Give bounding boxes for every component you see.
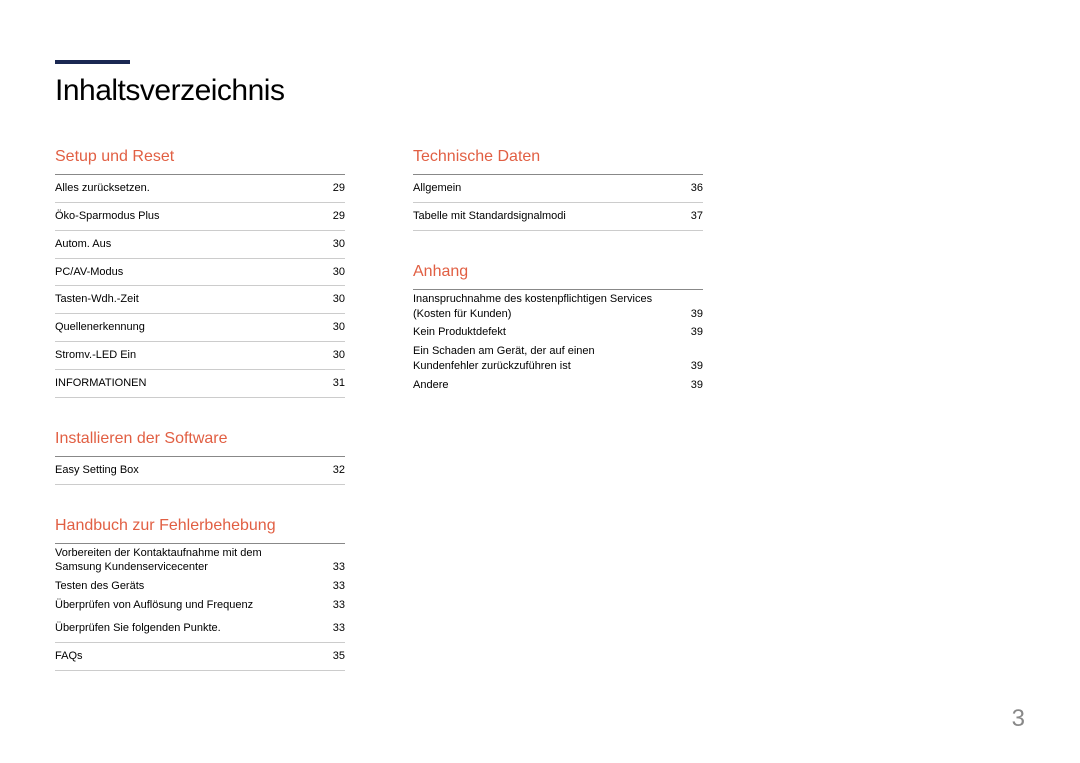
toc-entry-page: 30 <box>325 292 345 307</box>
toc-entry-page: 39 <box>683 378 703 393</box>
page-container: Inhaltsverzeichnis Setup und ResetAlles … <box>0 0 1080 763</box>
toc-section: AnhangInanspruchnahme des kostenpflichti… <box>413 263 703 395</box>
toc-entry[interactable]: Überprüfen Sie folgenden Punkte.33 <box>55 615 345 643</box>
section-heading[interactable]: Anhang <box>413 263 703 290</box>
toc-entry-label: Vorbereiten der Kontaktaufnahme mit dem … <box>55 546 325 576</box>
section-heading[interactable]: Installieren der Software <box>55 430 345 457</box>
toc-entry-label: Kein Produktdefekt <box>413 325 683 340</box>
toc-entry-page: 29 <box>325 209 345 224</box>
toc-entry[interactable]: Vorbereiten der Kontaktaufnahme mit dem … <box>55 544 345 578</box>
toc-columns: Setup und ResetAlles zurücksetzen.29Öko-… <box>55 148 1025 703</box>
toc-entry-label: Autom. Aus <box>55 237 325 252</box>
toc-entry-page: 39 <box>683 359 703 374</box>
toc-entry-label: INFORMATIONEN <box>55 376 325 391</box>
toc-entry[interactable]: Quellenerkennung30 <box>55 314 345 342</box>
toc-entry[interactable]: Testen des Geräts33 <box>55 577 345 596</box>
section-heading[interactable]: Setup und Reset <box>55 148 345 175</box>
page-number: 3 <box>1012 705 1025 733</box>
toc-entry[interactable]: FAQs35 <box>55 643 345 671</box>
toc-entry-page: 30 <box>325 237 345 252</box>
toc-entry[interactable]: Alles zurücksetzen.29 <box>55 175 345 203</box>
toc-entry[interactable]: Kein Produktdefekt39 <box>413 323 703 342</box>
toc-entry-page: 29 <box>325 181 345 196</box>
toc-entry[interactable]: Autom. Aus30 <box>55 231 345 259</box>
toc-entry-label: Quellenerkennung <box>55 320 325 335</box>
toc-entry-page: 30 <box>325 348 345 363</box>
toc-section: Technische DatenAllgemein36Tabelle mit S… <box>413 148 703 231</box>
toc-entry-page: 39 <box>683 325 703 340</box>
toc-entry-page: 33 <box>325 598 345 613</box>
toc-entry-page: 33 <box>325 621 345 636</box>
toc-entry-label: Easy Setting Box <box>55 463 325 478</box>
toc-entry[interactable]: Stromv.-LED Ein30 <box>55 342 345 370</box>
toc-section: Setup und ResetAlles zurücksetzen.29Öko-… <box>55 148 345 398</box>
toc-entry-label: Öko-Sparmodus Plus <box>55 209 325 224</box>
toc-entry[interactable]: Tasten-Wdh.-Zeit30 <box>55 286 345 314</box>
toc-entry-label: Überprüfen Sie folgenden Punkte. <box>55 621 325 636</box>
toc-entry[interactable]: Überprüfen von Auflösung und Frequenz33 <box>55 596 345 615</box>
toc-entry-label: Testen des Geräts <box>55 579 325 594</box>
toc-entry-label: Überprüfen von Auflösung und Frequenz <box>55 598 325 613</box>
toc-entry[interactable]: INFORMATIONEN31 <box>55 370 345 398</box>
toc-entry[interactable]: Andere39 <box>413 376 703 395</box>
toc-section: Installieren der SoftwareEasy Setting Bo… <box>55 430 345 485</box>
toc-entry[interactable]: Tabelle mit Standardsignalmodi37 <box>413 203 703 231</box>
toc-entry-label: Tabelle mit Standardsignalmodi <box>413 209 683 224</box>
toc-entry[interactable]: Öko-Sparmodus Plus29 <box>55 203 345 231</box>
toc-entry[interactable]: PC/AV-Modus30 <box>55 259 345 287</box>
toc-entry-label: Tasten-Wdh.-Zeit <box>55 292 325 307</box>
toc-entry-label: Alles zurücksetzen. <box>55 181 325 196</box>
toc-entry-page: 33 <box>325 560 345 575</box>
toc-entry-page: 30 <box>325 320 345 335</box>
toc-entry-label: FAQs <box>55 649 325 664</box>
toc-entry-label: PC/AV-Modus <box>55 265 325 280</box>
toc-entry-page: 39 <box>683 307 703 322</box>
toc-entry[interactable]: Easy Setting Box32 <box>55 457 345 485</box>
toc-entry-page: 37 <box>683 209 703 224</box>
toc-entry-label: Ein Schaden am Gerät, der auf einen Kund… <box>413 344 683 374</box>
toc-entry-page: 33 <box>325 579 345 594</box>
toc-entry-label: Inanspruchnahme des kostenpflichtigen Se… <box>413 292 683 322</box>
section-heading[interactable]: Handbuch zur Fehlerbehebung <box>55 517 345 544</box>
toc-section: Handbuch zur FehlerbehebungVorbereiten d… <box>55 517 345 671</box>
toc-entry-label: Andere <box>413 378 683 393</box>
toc-entry-page: 35 <box>325 649 345 664</box>
toc-entry-page: 30 <box>325 265 345 280</box>
toc-entry[interactable]: Inanspruchnahme des kostenpflichtigen Se… <box>413 290 703 324</box>
toc-entry[interactable]: Ein Schaden am Gerät, der auf einen Kund… <box>413 342 703 376</box>
toc-entry-page: 32 <box>325 463 345 478</box>
title-accent-bar <box>55 60 130 64</box>
toc-column: Technische DatenAllgemein36Tabelle mit S… <box>413 148 703 703</box>
toc-entry[interactable]: Allgemein36 <box>413 175 703 203</box>
toc-entry-page: 31 <box>325 376 345 391</box>
toc-entry-label: Stromv.-LED Ein <box>55 348 325 363</box>
section-heading[interactable]: Technische Daten <box>413 148 703 175</box>
toc-entry-label: Allgemein <box>413 181 683 196</box>
toc-entry-page: 36 <box>683 181 703 196</box>
page-title: Inhaltsverzeichnis <box>55 74 1025 108</box>
toc-column: Setup und ResetAlles zurücksetzen.29Öko-… <box>55 148 345 703</box>
